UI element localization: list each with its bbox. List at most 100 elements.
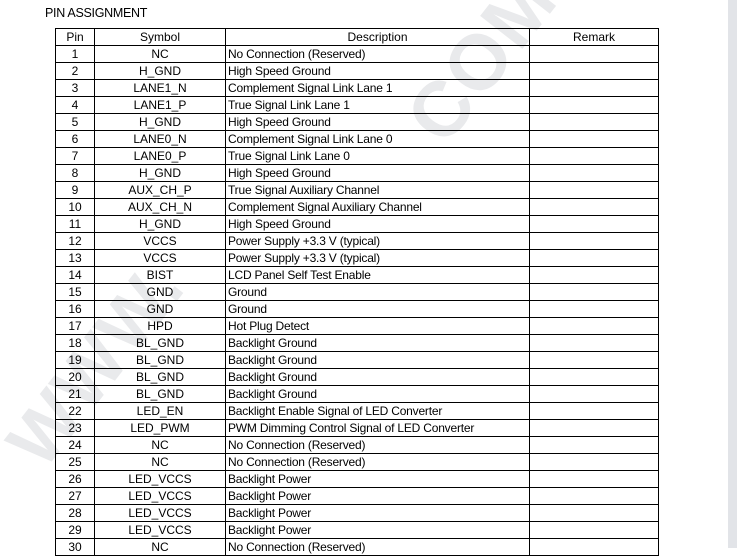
table-row: 18 BL_GND Backlight Ground [55,334,659,352]
table-row: 25 NC No Connection (Reserved) [55,453,659,471]
table-row: 13 VCCS Power Supply +3.3 V (typical) [55,249,659,267]
cell-description: PWM Dimming Control Signal of LED Conver… [225,419,530,437]
column-header-description: Description [225,28,530,46]
cell-symbol: H_GND [94,62,226,80]
cell-symbol: H_GND [94,215,226,233]
cell-pin: 29 [55,521,95,539]
cell-symbol: AUX_CH_P [94,181,226,199]
cell-description: Backlight Power [225,470,530,488]
table-row: 30 NC No Connection (Reserved) [55,538,659,556]
cell-remark [529,164,659,182]
cell-remark [529,215,659,233]
cell-symbol: LANE0_P [94,147,226,165]
cell-symbol: LANE0_N [94,130,226,148]
table-row: 21 BL_GND Backlight Ground [55,385,659,403]
table-row: 12 VCCS Power Supply +3.3 V (typical) [55,232,659,250]
cell-description: Power Supply +3.3 V (typical) [225,232,530,250]
cell-description: Backlight Enable Signal of LED Converter [225,402,530,420]
table-row: 7 LANE0_P True Signal Link Lane 0 [55,147,659,165]
table-row: 4 LANE1_P True Signal Link Lane 1 [55,96,659,114]
cell-remark [529,198,659,216]
cell-remark [529,419,659,437]
cell-pin: 21 [55,385,95,403]
cell-pin: 10 [55,198,95,216]
table-row: 22 LED_EN Backlight Enable Signal of LED C… [55,402,659,420]
table-row: 27 LED_VCCS Backlight Power [55,487,659,505]
cell-symbol: VCCS [94,249,226,267]
cell-description: Ground [225,300,530,318]
cell-symbol: LED_PWM [94,419,226,437]
column-header-pin: Pin [55,28,95,46]
column-header-symbol: Symbol [94,28,226,46]
cell-remark [529,45,659,63]
cell-description: Backlight Ground [225,351,530,369]
cell-remark [529,79,659,97]
cell-description: Complement Signal Auxiliary Channel [225,198,530,216]
cell-description: Backlight Power [225,521,530,539]
cell-pin: 15 [55,283,95,301]
table-row: 3 LANE1_N Complement Signal Link Lane 1 [55,79,659,97]
table-row: 1 NC No Connection (Reserved) [55,45,659,63]
cell-description: Power Supply +3.3 V (typical) [225,249,530,267]
cell-symbol: LED_VCCS [94,470,226,488]
cell-pin: 18 [55,334,95,352]
page-content: PIN ASSIGNMENT Pin Symbol Description Re… [0,0,737,556]
cell-symbol: HPD [94,317,226,335]
cell-remark [529,181,659,199]
cell-description: True Signal Auxiliary Channel [225,181,530,199]
table-row: 24 NC No Connection (Reserved) [55,436,659,454]
table-row: 23 LED_PWM PWM Dimming Control Signal of L… [55,419,659,437]
table-row: 26 LED_VCCS Backlight Power [55,470,659,488]
cell-pin: 8 [55,164,95,182]
pin-assignment-table-body: 1 NC No Connection (Reserved) 2 H_GND High Sp… [55,45,659,556]
cell-description: LCD Panel Self Test Enable [225,266,530,284]
cell-pin: 19 [55,351,95,369]
cell-symbol: GND [94,300,226,318]
cell-pin: 5 [55,113,95,131]
table-row: 2 H_GND High Speed Ground [55,62,659,80]
cell-remark [529,402,659,420]
cell-symbol: BL_GND [94,368,226,386]
cell-description: High Speed Ground [225,164,530,182]
table-row: 28 LED_VCCS Backlight Power [55,504,659,522]
cell-symbol: BL_GND [94,351,226,369]
cell-symbol: BIST [94,266,226,284]
cell-symbol: VCCS [94,232,226,250]
cell-remark [529,147,659,165]
cell-symbol: BL_GND [94,334,226,352]
cell-pin: 24 [55,436,95,454]
cell-pin: 25 [55,453,95,471]
cell-symbol: LED_EN [94,402,226,420]
cell-pin: 23 [55,419,95,437]
cell-remark [529,385,659,403]
cell-remark [529,453,659,471]
table-row: 29 LED_VCCS Backlight Power [55,521,659,539]
table-row: 11 H_GND High Speed Ground [55,215,659,233]
document-page: WWW. COM PIN ASSIGNMENT Pin Symbol Descr… [0,0,737,556]
cell-description: True Signal Link Lane 0 [225,147,530,165]
cell-pin: 9 [55,181,95,199]
cell-symbol: NC [94,538,226,556]
cell-description: No Connection (Reserved) [225,45,530,63]
table-row: 15 GND Ground [55,283,659,301]
cell-symbol: LANE1_N [94,79,226,97]
cell-symbol: LED_VCCS [94,521,226,539]
table-row: 20 BL_GND Backlight Ground [55,368,659,386]
cell-remark [529,436,659,454]
cell-symbol: NC [94,436,226,454]
table-row: 17 HPD Hot Plug Detect [55,317,659,335]
pin-assignment-table: Pin Symbol Description Remark 1 NC No Conn… [55,28,659,556]
cell-remark [529,62,659,80]
cell-symbol: LANE1_P [94,96,226,114]
cell-remark [529,96,659,114]
cell-symbol: H_GND [94,164,226,182]
cell-description: High Speed Ground [225,113,530,131]
cell-pin: 27 [55,487,95,505]
cell-remark [529,470,659,488]
cell-symbol: NC [94,45,226,63]
cell-remark [529,317,659,335]
column-header-remark: Remark [529,28,659,46]
cell-pin: 13 [55,249,95,267]
cell-pin: 1 [55,45,95,63]
table-row: 19 BL_GND Backlight Ground [55,351,659,369]
